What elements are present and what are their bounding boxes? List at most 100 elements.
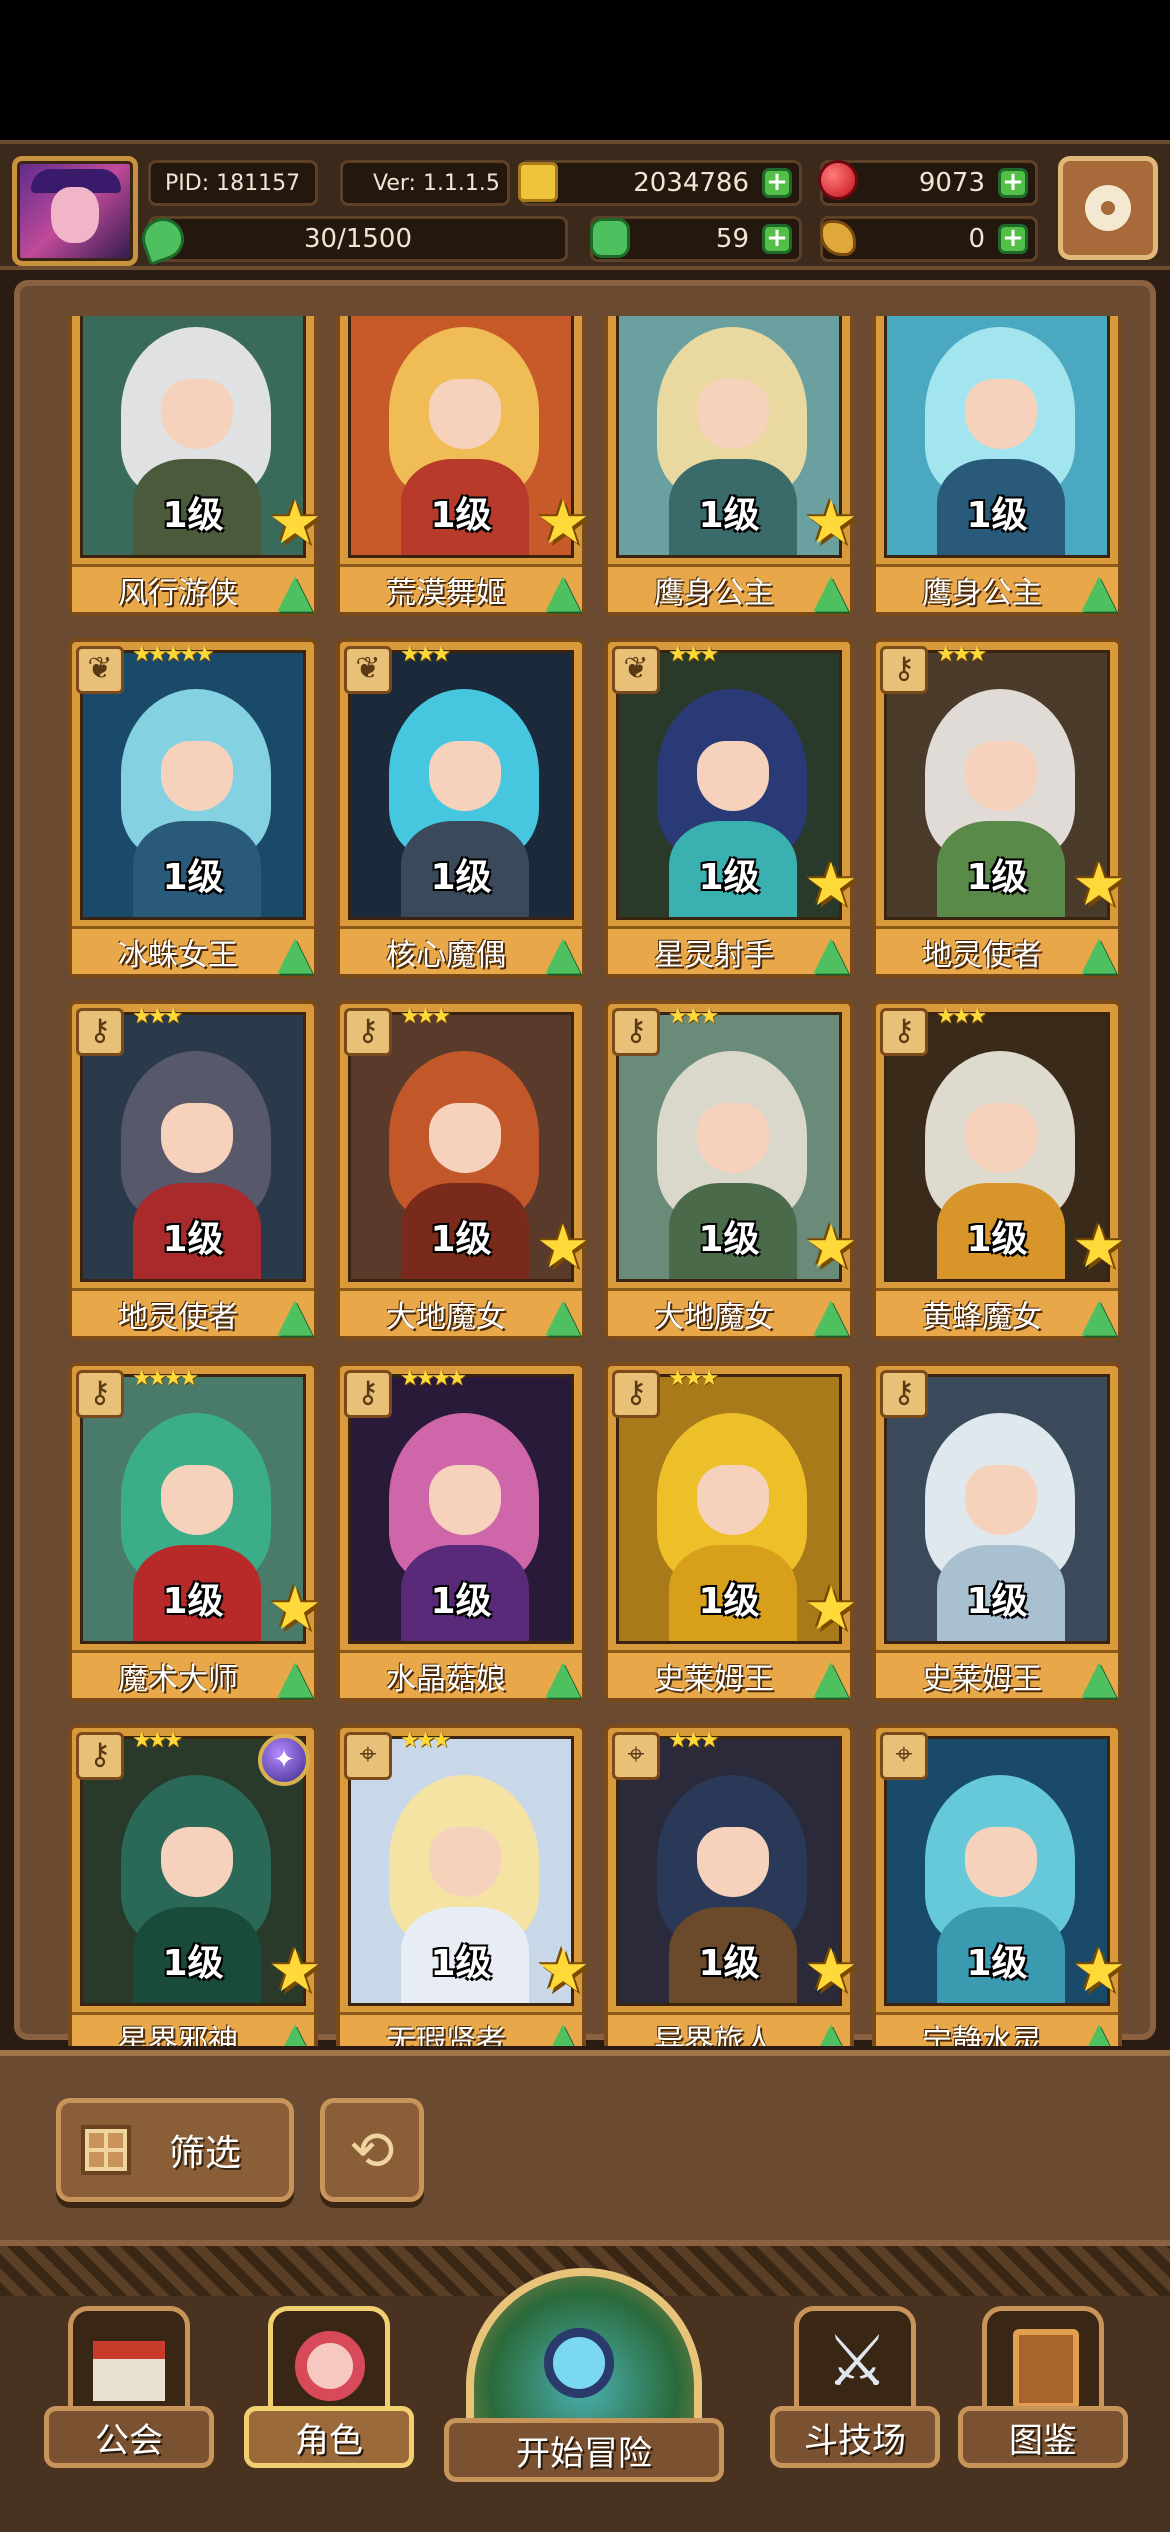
character-grid: 1级 风行游侠 ★ ▲ 1级 荒漠舞姬 ★ ▲ 1级 鹰身公主 ★ ▲ 1级 鹰身公主 ▲ ❦ ★★★★★ 1级冰… [68,316,1142,2046]
add-keys-button[interactable]: + [998,224,1028,254]
version-display: Ver: 1.1.1.5 [340,160,510,206]
nav-start-adventure[interactable]: 开始冒险 [444,2268,724,2488]
player-avatar[interactable] [12,156,138,266]
exp-text: 30/1500 [303,224,412,254]
green-tree-icon: ▲ [277,1649,313,1703]
class-key-icon: ⚷ [76,1370,124,1418]
gold-star-icon: ★ [804,1574,858,1644]
gold-star-icon: ★ [1072,1212,1126,1282]
settings-button[interactable] [1058,156,1158,260]
rarity-stars: ★★★ [936,642,987,667]
character-card[interactable]: 1级 风行游侠 ★ ▲ [68,316,322,617]
rarity-stars: ★★★★★ [132,642,215,667]
red-gem-icon [818,160,858,200]
add-clover-button[interactable]: + [762,224,792,254]
character-card[interactable]: ⚷ ★★★ 1级 史莱姆王 ★ ▲ [604,1362,858,1703]
class-target-icon: ⌖ [612,1732,660,1780]
character-card[interactable]: ⚷ 1级 史莱姆王 ▲ [872,1362,1122,1703]
key-amount: 0 [968,224,985,254]
avatar-face [51,187,99,243]
magnifier-icon [544,2328,614,2398]
character-card[interactable]: ❦ ★★★ 1级 星灵射手 ★ ▲ [604,638,858,979]
character-card[interactable]: ⚷ ★★★ 1级 大地魔女 ★ ▲ [604,1000,858,1341]
class-leaf-icon: ❦ [76,646,124,694]
character-card[interactable]: ❦ ★★★ 1级 核心魔偶 ▲ [336,638,586,979]
refresh-icon: ⟲ [349,2118,395,2182]
green-tree-icon: ▲ [277,1287,313,1341]
grid-icon [81,2125,131,2175]
gold-star-icon: ★ [268,1936,322,2006]
green-tree-icon: ▲ [545,925,581,979]
character-card[interactable]: ⌖ ★★★ 1级 无瑕贤者 ★ ▲ [336,1724,590,2046]
rarity-stars: ★★★ [668,1366,719,1391]
class-key-icon: ⚷ [344,1370,392,1418]
green-tree-icon: ▲ [813,563,849,617]
green-tree-icon: ▲ [545,2011,581,2046]
class-target-icon: ⌖ [880,1732,928,1780]
character-card[interactable]: ⌖ ★★★ 1级 异界旅人 ★ ▲ [604,1724,858,2046]
green-tree-icon: ▲ [1081,1649,1117,1703]
gold-star-icon: ★ [536,1212,590,1282]
character-card[interactable]: ⚷ ★★★ ✦ 1级 星界邪神 ★ ▲ [68,1724,322,2046]
character-card[interactable]: ⚷ ★★★ 1级 地灵使者 ▲ [68,1000,318,1341]
green-tree-icon: ▲ [545,1287,581,1341]
character-level: 1级 [162,1219,224,1260]
rarity-stars: ★★★★ [400,1366,467,1391]
gold-amount: 2034786 [633,168,749,198]
pid-text: PID: 181157 [165,170,301,196]
character-level: 1级 [966,1581,1028,1622]
class-key-icon: ⚷ [880,646,928,694]
filter-button[interactable]: 筛选 [56,2098,294,2202]
nav-guild[interactable]: 公会 [44,2306,214,2476]
gold-star-icon: ★ [804,1936,858,2006]
green-tree-icon: ▲ [813,925,849,979]
green-tree-icon: ▲ [277,925,313,979]
character-card[interactable]: ❦ ★★★★★ 1级 冰蛛女王 ▲ [68,638,318,979]
class-key-icon: ⚷ [344,1008,392,1056]
class-key-icon: ⚷ [76,1008,124,1056]
rarity-stars: ★★★ [132,1728,183,1753]
nav-character[interactable]: 角色 [244,2306,414,2476]
green-tree-icon: ▲ [545,1649,581,1703]
rarity-stars: ★★★ [400,642,451,667]
character-card[interactable]: 1级 鹰身公主 ▲ [872,316,1122,617]
rarity-stars: ★★★ [132,1004,183,1029]
character-card[interactable]: ⚷ ★★★ 1级 黄蜂魔女 ★ ▲ [872,1000,1126,1341]
green-tree-icon: ▲ [1081,2011,1117,2046]
nav-arena-label: 斗技场 [770,2406,940,2468]
class-key-icon: ⚷ [880,1008,928,1056]
gold-star-icon: ★ [268,488,322,558]
add-gems-button[interactable]: + [998,168,1028,198]
gold-display: 2034786 [520,160,802,206]
rarity-stars: ★★★ [668,642,719,667]
character-card[interactable]: ⚷ ★★★★ 1级 魔术大师 ★ ▲ [68,1362,322,1703]
character-panel[interactable]: 1级 风行游侠 ★ ▲ 1级 荒漠舞姬 ★ ▲ 1级 鹰身公主 ★ ▲ 1级 鹰身公主 ▲ ❦ ★★★★★ 1级冰… [14,280,1156,2046]
nav-character-label: 角色 [244,2406,414,2468]
gold-star-icon: ★ [804,1212,858,1282]
status-bar-area [0,0,1170,140]
nav-guild-label: 公会 [44,2406,214,2468]
character-level: 1级 [966,495,1028,536]
character-card[interactable]: 1级 鹰身公主 ★ ▲ [604,316,858,617]
rarity-stars: ★★★ [668,1728,719,1753]
nav-codex[interactable]: 图鉴 [958,2306,1128,2476]
nav-arena[interactable]: ⚔ 斗技场 [770,2306,940,2476]
character-card[interactable]: ⚷ ★★★ 1级 地灵使者 ★ ▲ [872,638,1126,979]
refresh-button[interactable]: ⟲ [320,2098,424,2202]
character-card[interactable]: ⚷ ★★★ 1级 大地魔女 ★ ▲ [336,1000,590,1341]
nav-codex-label: 图鉴 [958,2406,1128,2468]
class-target-icon: ⌖ [344,1732,392,1780]
add-gold-button[interactable]: + [762,168,792,198]
card-scroll-viewport[interactable]: 1级 风行游侠 ★ ▲ 1级 荒漠舞姬 ★ ▲ 1级 鹰身公主 ★ ▲ 1级 鹰身公主 ▲ ❦ ★★★★★ 1级冰… [44,316,1166,2046]
gold-star-icon: ★ [536,488,590,558]
character-card[interactable]: ⌖ 1级 宁静水灵 ★ ▲ [872,1724,1126,2046]
rarity-stars: ★★★ [936,1004,987,1029]
resource-header: PID: 181157 Ver: 1.1.1.5 2034786 + 9073 … [0,140,1170,270]
character-card[interactable]: ⚷ ★★★★ 1级 水晶菇娘 ▲ [336,1362,586,1703]
character-card[interactable]: 1级 荒漠舞姬 ★ ▲ [336,316,590,617]
class-key-icon: ⚷ [880,1370,928,1418]
rarity-stars: ★★★ [668,1004,719,1029]
character-level: 1级 [430,857,492,898]
class-key-icon: ⚷ [612,1370,660,1418]
gold-star-icon: ★ [268,1574,322,1644]
